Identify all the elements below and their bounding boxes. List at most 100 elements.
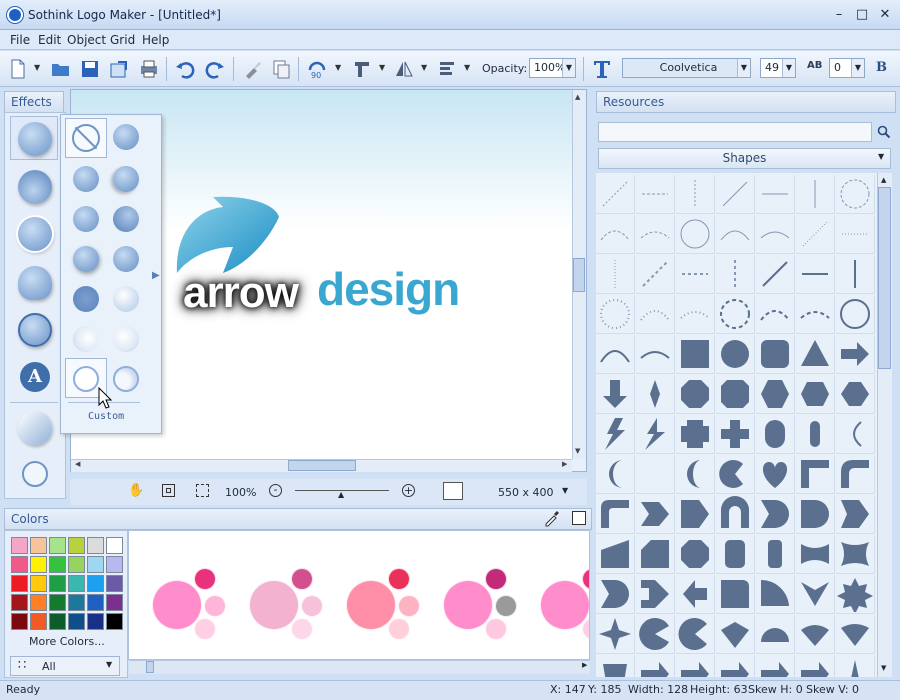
- shape-item[interactable]: [756, 215, 795, 254]
- color-swatch[interactable]: [11, 575, 28, 592]
- color-swatch[interactable]: [49, 613, 66, 630]
- shape-item[interactable]: [796, 655, 835, 677]
- color-swatch[interactable]: [68, 537, 85, 554]
- shape-item[interactable]: [676, 335, 715, 374]
- shape-item[interactable]: [836, 215, 875, 254]
- shape-item[interactable]: [716, 655, 755, 677]
- menu-help[interactable]: Help: [142, 33, 169, 47]
- shape-item[interactable]: [676, 575, 715, 614]
- close-button[interactable]: ✕: [876, 6, 894, 24]
- shape-item[interactable]: [716, 495, 755, 534]
- shape-item[interactable]: [796, 255, 835, 294]
- fit-selection-icon[interactable]: [196, 484, 209, 497]
- shape-item[interactable]: [836, 455, 875, 494]
- shape-item[interactable]: [596, 455, 635, 494]
- canvas-size-dropdown[interactable]: ▼: [562, 486, 568, 495]
- shape-item[interactable]: [596, 175, 635, 214]
- color-swatch[interactable]: [11, 613, 28, 630]
- text-tool-button[interactable]: [589, 56, 615, 82]
- shape-item[interactable]: [636, 455, 675, 494]
- opacity-combo[interactable]: 100% ▼: [529, 58, 576, 78]
- effect-preset-2[interactable]: [73, 166, 99, 192]
- shape-item[interactable]: [716, 535, 755, 574]
- shape-item[interactable]: [596, 575, 635, 614]
- rotate-button[interactable]: 90: [304, 56, 330, 82]
- effect-inner-shadow[interactable]: [18, 170, 52, 204]
- color-swatch[interactable]: [30, 594, 47, 611]
- effect-border[interactable]: [18, 313, 52, 347]
- scheme-color-dot[interactable]: [291, 618, 313, 640]
- color-swatch[interactable]: [106, 575, 123, 592]
- shape-item[interactable]: [636, 415, 675, 454]
- letter-spacing-combo[interactable]: 0 ▼: [829, 58, 865, 78]
- shape-item[interactable]: [756, 175, 795, 214]
- copy-button[interactable]: [268, 56, 294, 82]
- shape-item[interactable]: [836, 415, 875, 454]
- shape-item[interactable]: [716, 255, 755, 294]
- shape-item[interactable]: [796, 575, 835, 614]
- more-colors-link[interactable]: More Colors...: [29, 635, 105, 648]
- effect-preset-6[interactable]: [73, 246, 99, 272]
- effect-preset-3[interactable]: [113, 166, 139, 192]
- scheme-color-dot[interactable]: [204, 595, 226, 617]
- custom-label[interactable]: Custom: [88, 411, 124, 422]
- effect-preset-9[interactable]: [113, 286, 139, 312]
- effect-reflection[interactable]: [18, 266, 52, 300]
- shape-item[interactable]: [796, 455, 835, 494]
- shape-item[interactable]: [716, 575, 755, 614]
- effect-soft-glow[interactable]: [18, 122, 52, 156]
- effect-preset-5[interactable]: [113, 206, 139, 232]
- effect-preset-11[interactable]: [113, 326, 139, 352]
- shape-item[interactable]: [796, 535, 835, 574]
- effect-preset-4[interactable]: [73, 206, 99, 232]
- color-swatch[interactable]: [49, 537, 66, 554]
- shape-item[interactable]: [596, 375, 635, 414]
- shape-item[interactable]: [756, 455, 795, 494]
- text-effect-icon[interactable]: A: [20, 362, 50, 392]
- resource-search-input[interactable]: [598, 122, 872, 142]
- shape-item[interactable]: [796, 495, 835, 534]
- resource-category-combo[interactable]: Shapes: [598, 148, 891, 169]
- shape-item[interactable]: [676, 655, 715, 677]
- no-color-button[interactable]: [572, 511, 586, 525]
- shape-item[interactable]: [836, 335, 875, 374]
- shape-item[interactable]: [596, 295, 635, 334]
- align-dropdown[interactable]: ▼: [379, 62, 387, 74]
- color-swatch[interactable]: [30, 556, 47, 573]
- scheme-color-dot[interactable]: [388, 568, 410, 590]
- flip-dropdown[interactable]: ▼: [421, 62, 429, 74]
- scheme-color-dot[interactable]: [485, 568, 507, 590]
- shape-item[interactable]: [756, 615, 795, 654]
- shape-item[interactable]: [596, 495, 635, 534]
- scheme-color-dot[interactable]: [301, 595, 323, 617]
- shape-item[interactable]: [636, 495, 675, 534]
- effect-preset-7[interactable]: [113, 246, 139, 272]
- color-swatch[interactable]: [11, 556, 28, 573]
- rotate-dropdown[interactable]: ▼: [335, 62, 343, 74]
- scheme-color-dot[interactable]: [388, 618, 410, 640]
- no-effect-icon[interactable]: [72, 124, 100, 152]
- effect-preset-1[interactable]: [113, 124, 139, 150]
- shape-item[interactable]: [636, 215, 675, 254]
- save-button[interactable]: [77, 56, 103, 82]
- scheme-color-dot[interactable]: [398, 595, 420, 617]
- shape-item[interactable]: [716, 215, 755, 254]
- color-swatch[interactable]: [68, 613, 85, 630]
- shape-item[interactable]: [756, 375, 795, 414]
- popup-expand-arrow[interactable]: ▶: [152, 270, 160, 281]
- shape-item[interactable]: [596, 255, 635, 294]
- canvas-hscroll-thumb[interactable]: [288, 460, 356, 471]
- shape-item[interactable]: [796, 415, 835, 454]
- shape-item[interactable]: [836, 535, 875, 574]
- effect-outline[interactable]: [18, 217, 52, 251]
- redo-button[interactable]: [202, 56, 228, 82]
- color-swatch[interactable]: [30, 537, 47, 554]
- shape-item[interactable]: [756, 415, 795, 454]
- shape-item[interactable]: [836, 295, 875, 334]
- color-schemes[interactable]: [128, 530, 590, 660]
- color-swatch[interactable]: [11, 594, 28, 611]
- shape-item[interactable]: [636, 655, 675, 677]
- color-swatch[interactable]: [106, 613, 123, 630]
- shape-item[interactable]: [756, 535, 795, 574]
- color-swatch[interactable]: [49, 556, 66, 573]
